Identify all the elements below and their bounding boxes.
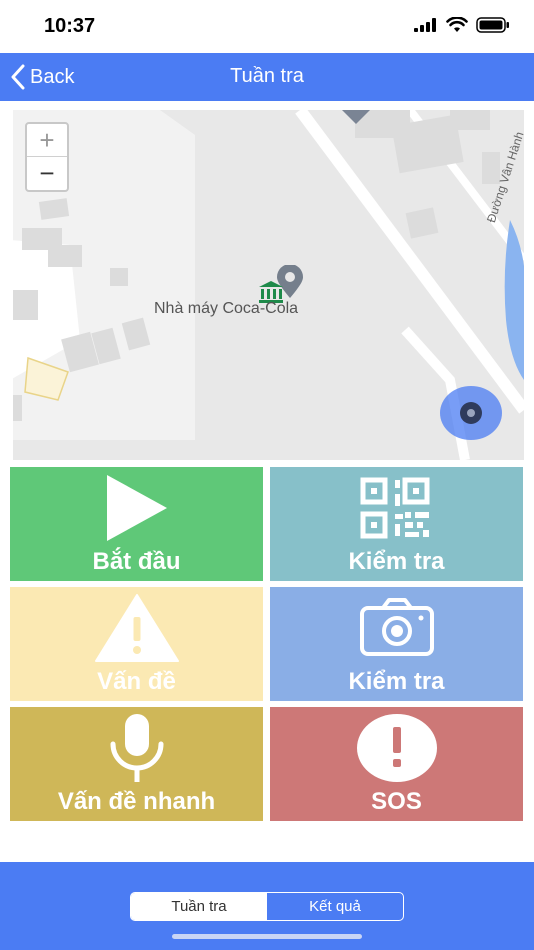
- navigation-bar: Back Tuần tra: [0, 53, 534, 101]
- wifi-icon: [446, 17, 468, 32]
- signal-icon: [414, 18, 436, 32]
- tile-label: Kiểm tra: [348, 548, 445, 575]
- zoom-control: + −: [25, 122, 69, 192]
- tab-results[interactable]: Kết quả: [267, 893, 403, 920]
- issue-tile[interactable]: Vấn đề: [10, 587, 263, 701]
- status-icons: [414, 17, 510, 33]
- tab-patrol[interactable]: Tuần tra: [131, 893, 267, 920]
- battery-icon: [476, 17, 509, 33]
- tile-label: SOS: [371, 788, 422, 815]
- current-location-icon: [440, 386, 502, 440]
- photo-check-tile[interactable]: Kiểm tra: [270, 587, 523, 701]
- camera-icon: [359, 598, 434, 656]
- poi-label: Nhà máy Coca-Cola: [154, 300, 299, 317]
- warning-icon: [94, 594, 179, 662]
- map-view[interactable]: + − Nhà máy Coca-Cola Đường Vân Hành: [10, 110, 524, 460]
- qr-code-icon: [360, 477, 429, 539]
- sos-tile[interactable]: SOS: [270, 707, 523, 821]
- tile-label: Bắt đầu: [92, 548, 181, 575]
- zoom-in-button[interactable]: +: [27, 124, 67, 157]
- status-bar: 10:37: [0, 0, 534, 53]
- status-time: 10:37: [44, 15, 96, 37]
- tile-label: Kiểm tra: [348, 668, 445, 695]
- qr-check-tile[interactable]: Kiểm tra: [270, 467, 523, 581]
- play-icon: [106, 475, 167, 541]
- segmented-control: Tuần tra Kết quả: [130, 892, 404, 921]
- page-title: Tuần tra: [230, 65, 304, 87]
- start-tile[interactable]: Bắt đầu: [10, 467, 263, 581]
- bottom-bar: Tuần tra Kết quả: [0, 862, 534, 950]
- zoom-out-button[interactable]: −: [27, 157, 67, 190]
- action-grid: Bắt đầu Kiểm tra Vấn đề Kiểm tra Vấn đề …: [10, 467, 524, 821]
- tile-label: Vấn đề nhanh: [57, 788, 216, 815]
- home-indicator: [172, 934, 362, 939]
- microphone-icon: [110, 714, 163, 782]
- tile-label: Vấn đề: [97, 668, 176, 695]
- alert-circle-icon: [356, 714, 437, 782]
- quick-issue-tile[interactable]: Vấn đề nhanh: [10, 707, 263, 821]
